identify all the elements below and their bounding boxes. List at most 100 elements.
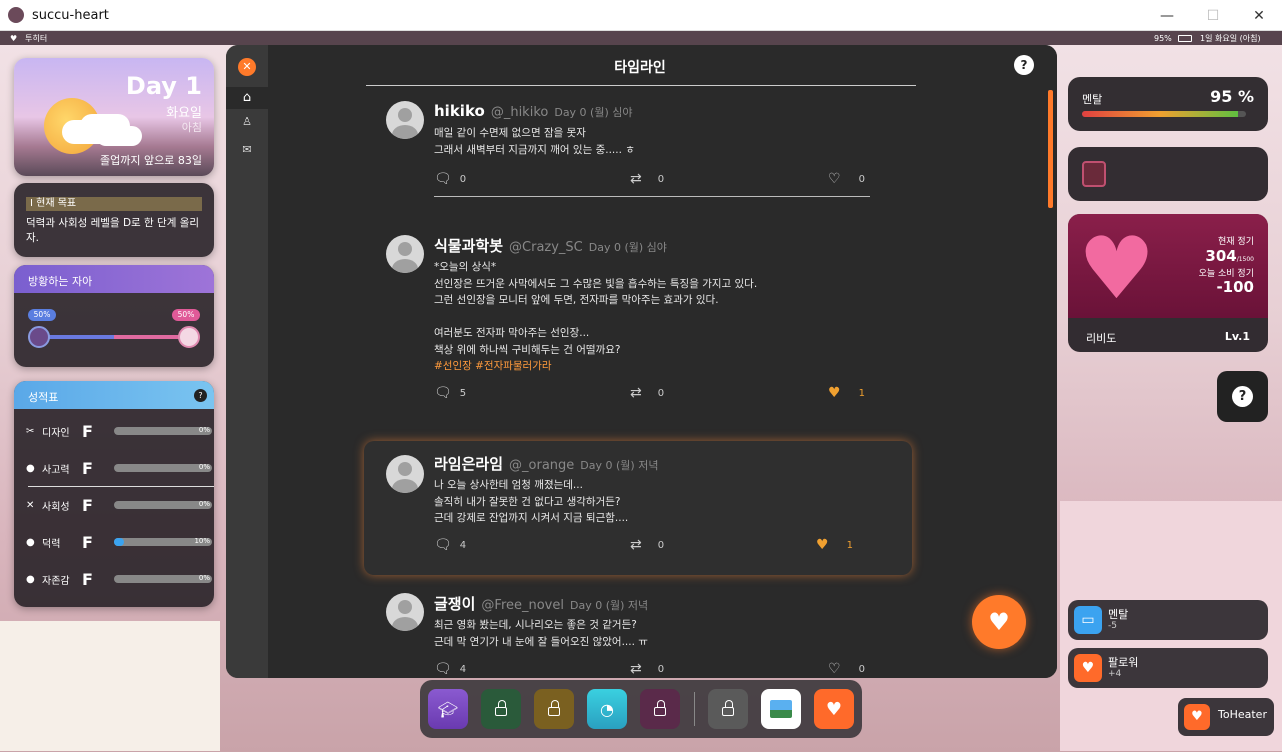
goal-card: I 현재 목표 덕력과 사회성 레벨을 D로 한 단계 올리자.	[14, 183, 214, 257]
timeline-panel: ✕ ⌂ ♙ ✉ 타임라인 ? hikiko @_hikiko Day 0 (월) 심…	[226, 45, 1057, 678]
ego-left-avatar	[28, 326, 50, 348]
post-author-name[interactable]: 식물과학봇	[434, 237, 503, 255]
reply-button[interactable]: 🗨︎ 4	[434, 537, 466, 553]
post-timestamp: Day 0 (월) 저녁	[570, 599, 649, 612]
grade-bar: 0%	[114, 574, 212, 583]
post-header: 글쟁이 @Free_novel Day 0 (월) 저녁	[434, 593, 648, 614]
timeline-title-divider	[366, 85, 916, 86]
close-window-button[interactable]: ✕	[1236, 0, 1282, 31]
otaku-icon: ●	[26, 536, 35, 548]
close-timeline-button[interactable]: ✕	[238, 58, 256, 76]
dock-locked-app-3[interactable]	[640, 689, 680, 729]
toheater-button[interactable]: ♥ ToHeater	[1178, 698, 1274, 736]
libido-label: 리비도	[1086, 332, 1117, 345]
dock-clock-app[interactable]: ◔	[587, 689, 627, 729]
post-hashtags[interactable]: #선인장 #전자파물러가라	[434, 358, 914, 375]
app-icon	[8, 7, 24, 23]
post-body-line: 그래서 새벽부터 지금까지 깨어 있는 중..... ㅎ	[434, 143, 635, 156]
dock-locked-app-2[interactable]	[534, 689, 574, 729]
timeline-post[interactable]: 라임은라임 @_orange Day 0 (월) 저녁 나 오늘 상사한테 엄청 깨졌…	[364, 441, 912, 575]
post-header: 라임은라임 @_orange Day 0 (월) 저녁	[434, 453, 658, 474]
post-author-name[interactable]: hikiko	[434, 102, 485, 120]
dock-gallery-app[interactable]	[761, 689, 801, 729]
post-timestamp: Day 0 (월) 심야	[554, 106, 633, 119]
timeline-scrollbar[interactable]	[1048, 90, 1053, 208]
reply-count: 5	[459, 387, 467, 399]
post-author-name[interactable]: 글쟁이	[434, 595, 475, 613]
grade-label: 덕력	[42, 538, 61, 550]
timeline-post[interactable]: 글쟁이 @Free_novel Day 0 (월) 저녁 최근 영화 봤는데, 시나리…	[376, 593, 936, 678]
grade-bar-fill	[114, 538, 124, 546]
post-author-name[interactable]: 라임은라임	[434, 455, 503, 473]
like-button[interactable]: ♥ 1	[816, 537, 853, 553]
retweet-button[interactable]: ⇄ 0	[630, 537, 664, 553]
post-avatar[interactable]	[386, 593, 424, 631]
help-icon: ?	[1232, 386, 1253, 407]
dock-heart-app[interactable]: ♥	[814, 689, 854, 729]
battery-text: 95%	[1154, 33, 1172, 43]
timeline-post[interactable]: hikiko @_hikiko Day 0 (월) 심야 매일 같이 수면제 없으면 …	[376, 101, 936, 211]
maximize-button[interactable]: ☐	[1190, 0, 1236, 31]
profile-icon[interactable]: ♙	[226, 115, 268, 135]
timeline-feed: 타임라인 ? hikiko @_hikiko Day 0 (월) 심야 매일 같이 수…	[268, 45, 1057, 678]
home-icon[interactable]: ⌂	[226, 87, 268, 109]
background-shelf	[0, 621, 220, 751]
retweet-count: 0	[657, 387, 665, 399]
retweet-button[interactable]: ⇄ 0	[630, 661, 664, 677]
dock-locked-app-4[interactable]	[708, 689, 748, 729]
status-bar: ♥ 투히터 95% 1일 화요일 (아침)	[0, 31, 1282, 45]
post-avatar[interactable]	[386, 235, 424, 273]
ego-right-pct: 50%	[172, 309, 200, 321]
grade-bar: 0%	[114, 463, 212, 472]
like-icon: ♥	[816, 537, 829, 553]
post-author-handle[interactable]: @Crazy_SC	[509, 240, 583, 255]
minimize-button[interactable]: —	[1144, 0, 1190, 31]
help-button[interactable]: ?	[1217, 371, 1268, 422]
like-count: 0	[858, 173, 865, 185]
window-title: succu-heart	[32, 7, 109, 23]
ego-card: 방황하는 자아 50% 50%	[14, 265, 214, 367]
post-author-handle[interactable]: @_orange	[509, 458, 574, 473]
reply-button[interactable]: 🗨︎ 5	[434, 385, 466, 401]
ego-slider-track	[38, 335, 190, 339]
compose-heart-button[interactable]: ♥	[972, 595, 1026, 649]
window-titlebar: succu-heart — ☐ ✕	[0, 0, 1282, 31]
retweet-button[interactable]: ⇄ 0	[630, 385, 664, 401]
ego-title: 방황하는 자아	[28, 275, 93, 288]
post-body-line: 솔직히 내가 잘못한 건 없다고 생각하거든?	[434, 495, 621, 508]
post-avatar[interactable]	[386, 101, 424, 139]
timeline-title: 타임라인	[614, 60, 666, 76]
like-button[interactable]: ♡ 0	[828, 661, 865, 677]
cards-item-icon[interactable]	[1082, 161, 1106, 187]
reply-icon: 🗨︎	[434, 171, 452, 187]
post-author-handle[interactable]: @_hikiko	[491, 105, 549, 120]
grades-card: 성적표 ? ✂ 디자인 F 0% ● 사고력 F 0% ✕ 사회성 F 0% ● 덕력 F 10% ● 자존감 F 0…	[14, 381, 214, 607]
dock-locked-app-1[interactable]	[481, 689, 521, 729]
like-button[interactable]: ♥ 1	[828, 385, 865, 401]
battery-icon	[1178, 34, 1192, 42]
retweet-button[interactable]: ⇄ 0	[630, 171, 664, 187]
like-button[interactable]: ♡ 0	[828, 171, 865, 187]
grades-help-button[interactable]: ?	[194, 389, 207, 402]
dock-school-app[interactable]: 🎓︎	[428, 689, 468, 729]
post-timestamp: Day 0 (월) 저녁	[580, 459, 659, 472]
timeline-sidebar: ✕ ⌂ ♙ ✉	[226, 45, 268, 678]
social-icon: ✕	[26, 499, 35, 511]
retweet-icon: ⇄	[630, 385, 642, 401]
day-number: Day 1	[125, 72, 202, 100]
reply-button[interactable]: 🗨︎ 4	[434, 661, 466, 677]
timeline-post[interactable]: 식물과학봇 @Crazy_SC Day 0 (월) 심야 *오늘의 상식* 선인장은 뜨…	[376, 235, 936, 411]
reply-button[interactable]: 🗨︎ 0	[434, 171, 466, 187]
post-avatar[interactable]	[386, 455, 424, 493]
grade-label: 디자인	[42, 427, 70, 439]
status-left-label: 투히터	[25, 33, 48, 43]
post-author-handle[interactable]: @Free_novel	[481, 598, 564, 613]
reply-count: 0	[459, 173, 467, 185]
grades-divider	[28, 486, 214, 487]
grade-row-3: ● 덕력 F 10%	[26, 532, 212, 552]
mail-icon[interactable]: ✉	[226, 143, 268, 163]
timeline-help-button[interactable]: ?	[1014, 55, 1034, 75]
grade-percent: 0%	[198, 500, 210, 508]
current-energy-value: 304	[1205, 247, 1237, 265]
like-count: 1	[858, 387, 865, 399]
